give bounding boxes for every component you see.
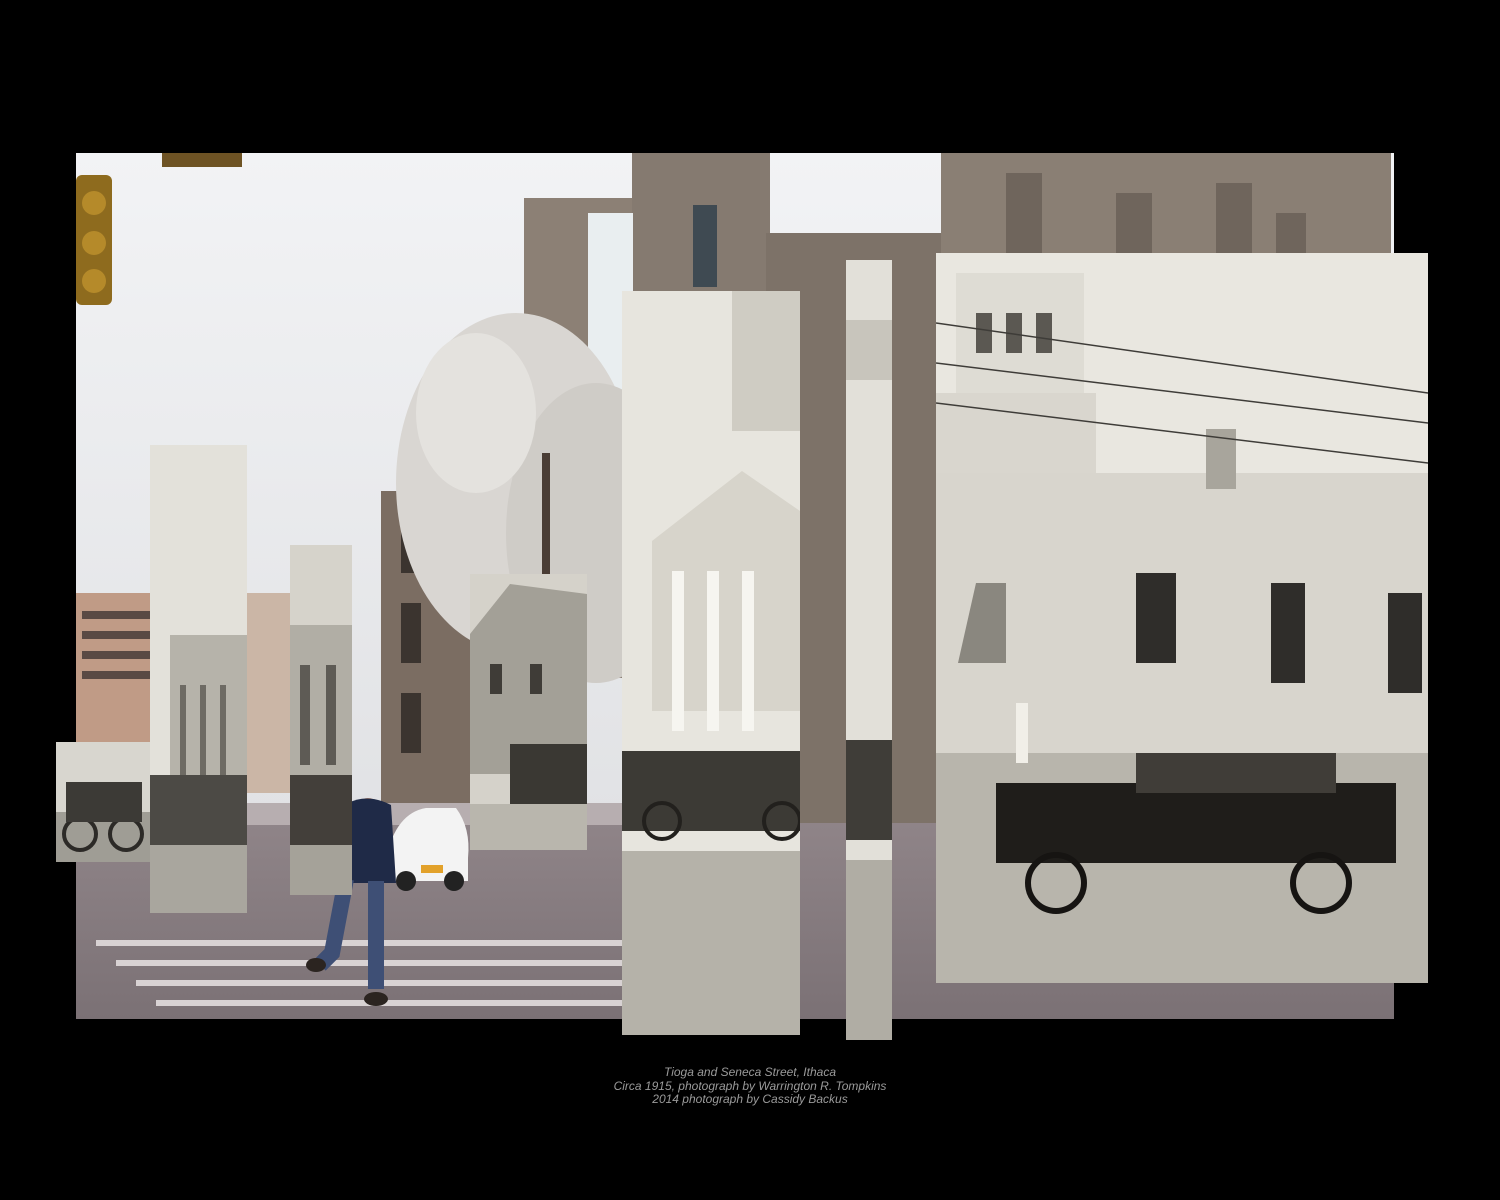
caption-modern-credit: 2014 photograph by Cassidy Backus xyxy=(652,1092,848,1106)
caption-historic-credit: Circa 1915, photograph by Warrington R. … xyxy=(613,1078,887,1093)
photo-collage: Tioga and Seneca Street, Ithaca Circa 19… xyxy=(0,0,1500,1200)
historic-strip-church xyxy=(622,291,800,1035)
historic-strip-left-carriage xyxy=(56,742,152,862)
historic-strip-house xyxy=(470,574,587,850)
historic-photo-firehouse xyxy=(936,253,1428,983)
historic-strip-bank xyxy=(150,445,247,913)
photo-caption: Tioga and Seneca Street, Ithaca Circa 19… xyxy=(0,1065,1500,1107)
historic-strip-building xyxy=(290,545,352,895)
historic-strip-narrow xyxy=(846,260,892,1040)
caption-title: Tioga and Seneca Street, Ithaca xyxy=(663,1065,836,1079)
